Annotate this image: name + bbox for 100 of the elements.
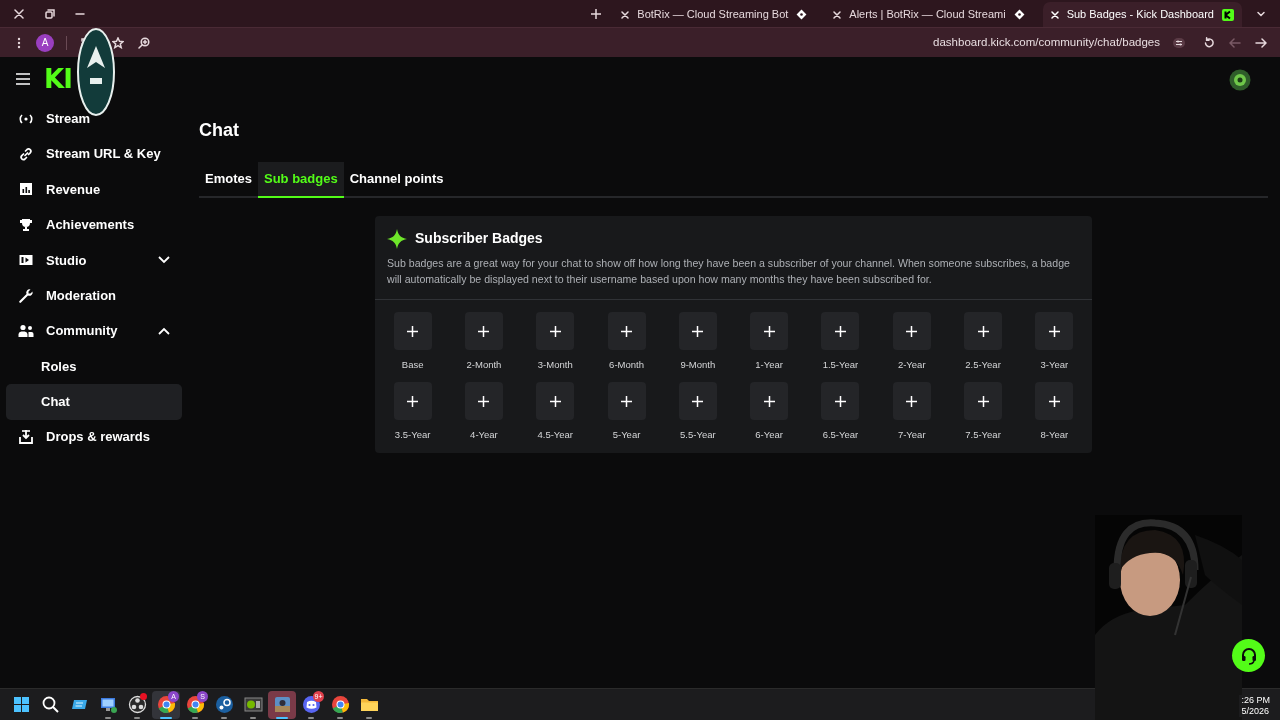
browser-tab[interactable]: BotRix — Cloud Streaming Bot: [613, 2, 816, 27]
add-badge-button[interactable]: [1035, 382, 1074, 421]
add-badge-button[interactable]: [536, 312, 575, 350]
game-icon: [272, 695, 292, 714]
add-badge-button[interactable]: [536, 382, 575, 421]
logo[interactable]: KI: [44, 59, 72, 99]
close-icon: [1050, 10, 1059, 19]
add-badge-button[interactable]: [678, 312, 717, 350]
add-badge-button[interactable]: [892, 312, 931, 350]
tab[interactable]: Channel points: [343, 162, 450, 198]
badge-label: 5-Year: [612, 428, 641, 443]
badge-label: 3-Year: [1040, 358, 1069, 372]
tune-icon: [1172, 36, 1186, 49]
close-icon: [621, 10, 630, 19]
tab[interactable]: Emotes: [199, 162, 258, 198]
plus-icon: [906, 325, 918, 337]
sidebar-item[interactable]: Community: [6, 313, 182, 349]
menu-icon: [16, 73, 30, 85]
add-badge-button[interactable]: [821, 382, 860, 421]
profile-button[interactable]: A: [36, 33, 54, 52]
address-field[interactable]: dashboard.kick.com/community/chat/badges: [927, 33, 1166, 52]
sidebar-item[interactable]: Moderation: [6, 277, 182, 314]
close-icon: [833, 10, 842, 19]
plus-icon: [692, 325, 704, 337]
clock-time: :26 PM: [1241, 695, 1270, 706]
wrench-icon: [18, 287, 34, 304]
zoom-icon: [138, 36, 150, 49]
sidebar-item[interactable]: Drops & rewards: [6, 419, 182, 455]
start-icon: [11, 695, 31, 714]
link-icon: [18, 146, 34, 163]
add-badge-button[interactable]: [1035, 312, 1074, 350]
add-badge-button[interactable]: [678, 382, 717, 421]
diamond-icon: [796, 9, 808, 20]
taskbar-button[interactable]: [268, 690, 296, 719]
browser-icon: [156, 695, 176, 714]
chat-bubble-icon: [301, 695, 321, 714]
add-badge-button[interactable]: [892, 382, 931, 421]
plus-icon: [977, 395, 989, 407]
star-icon: [112, 36, 124, 49]
sidebar-item[interactable]: Stream URL & Key: [6, 136, 182, 172]
add-badge-button[interactable]: [821, 312, 860, 350]
badge-label: Base: [401, 358, 424, 372]
diamond-icon: [1013, 9, 1025, 20]
browser-icon: [330, 695, 350, 714]
badge-label: 2-Year: [897, 358, 926, 372]
plus-icon: [621, 395, 633, 407]
sidebar-subitem[interactable]: Chat: [6, 384, 182, 420]
badge-label: 2.5-Year: [965, 358, 1001, 372]
badge-label: 8-Year: [1040, 428, 1069, 443]
page-title: Chat: [199, 119, 240, 142]
add-badge-button[interactable]: [964, 312, 1003, 350]
menu-dots-icon: [17, 36, 21, 49]
sidebar-item[interactable]: Achievements: [6, 207, 182, 243]
add-badge-button[interactable]: [607, 382, 646, 421]
close-icon: [14, 8, 24, 19]
browser-tab[interactable]: Alerts | BotRix — Cloud Streami: [825, 2, 1033, 27]
plus-icon: [977, 325, 989, 337]
avatar-icon[interactable]: [1229, 69, 1251, 91]
badge-label: 3.5-Year: [394, 428, 431, 443]
badge-label: 2-Month: [466, 358, 502, 372]
browser-tab[interactable]: Sub Badges - Kick Dashboard: [1042, 2, 1242, 27]
add-badge-button[interactable]: [464, 312, 503, 350]
badge-label: 7.5-Year: [965, 428, 1001, 443]
k-logo-icon: [1222, 8, 1234, 21]
add-badge-button[interactable]: [750, 312, 789, 350]
support-button[interactable]: [1232, 639, 1265, 672]
badge-label: 1.5-Year: [822, 358, 859, 372]
plus-icon: [621, 325, 633, 337]
add-badge-button[interactable]: [464, 382, 503, 421]
add-badge-button[interactable]: [750, 382, 789, 421]
download-icon: [18, 429, 34, 446]
sidebar-subitem[interactable]: Roles: [6, 348, 182, 385]
badge-label: 4-Year: [470, 428, 498, 443]
add-badge-button[interactable]: [964, 382, 1003, 421]
reload-icon: [1203, 36, 1215, 49]
plus-icon: [834, 395, 846, 407]
badge-label: 6-Year: [755, 428, 783, 443]
tab[interactable]: Sub badges: [257, 162, 344, 198]
sparkle-icon: [387, 228, 407, 249]
plus-icon: [692, 395, 704, 407]
graphics-card-icon: [243, 695, 263, 714]
sidebar-item[interactable]: Revenue: [6, 171, 182, 208]
add-badge-button[interactable]: [393, 312, 432, 350]
people-icon: [18, 323, 34, 340]
sidebar-item[interactable]: Stream: [6, 101, 182, 137]
chevron-up-icon: [158, 327, 170, 336]
plus-icon: [478, 325, 490, 337]
badge-label: 3-Month: [537, 358, 573, 372]
sidebar-item[interactable]: Studio: [6, 242, 182, 278]
plus-icon: [407, 395, 419, 407]
badge-label: 1-Year: [755, 358, 783, 372]
browser-icon: [185, 695, 205, 714]
card-description: Sub badges are a great way for your chat to show off how long they have been a subscriber of your channel. When someone subscribes, a badge will automatically be displayed next to their username based upon how many months they have been subscribed for.: [387, 256, 1071, 287]
add-badge-button[interactable]: [607, 312, 646, 350]
plus-icon: [906, 395, 918, 407]
trophy-icon: [18, 216, 34, 233]
plus-icon: [549, 325, 561, 337]
chevron-down-icon: [158, 256, 170, 265]
plus-icon: [549, 395, 561, 407]
add-badge-button[interactable]: [393, 382, 432, 421]
